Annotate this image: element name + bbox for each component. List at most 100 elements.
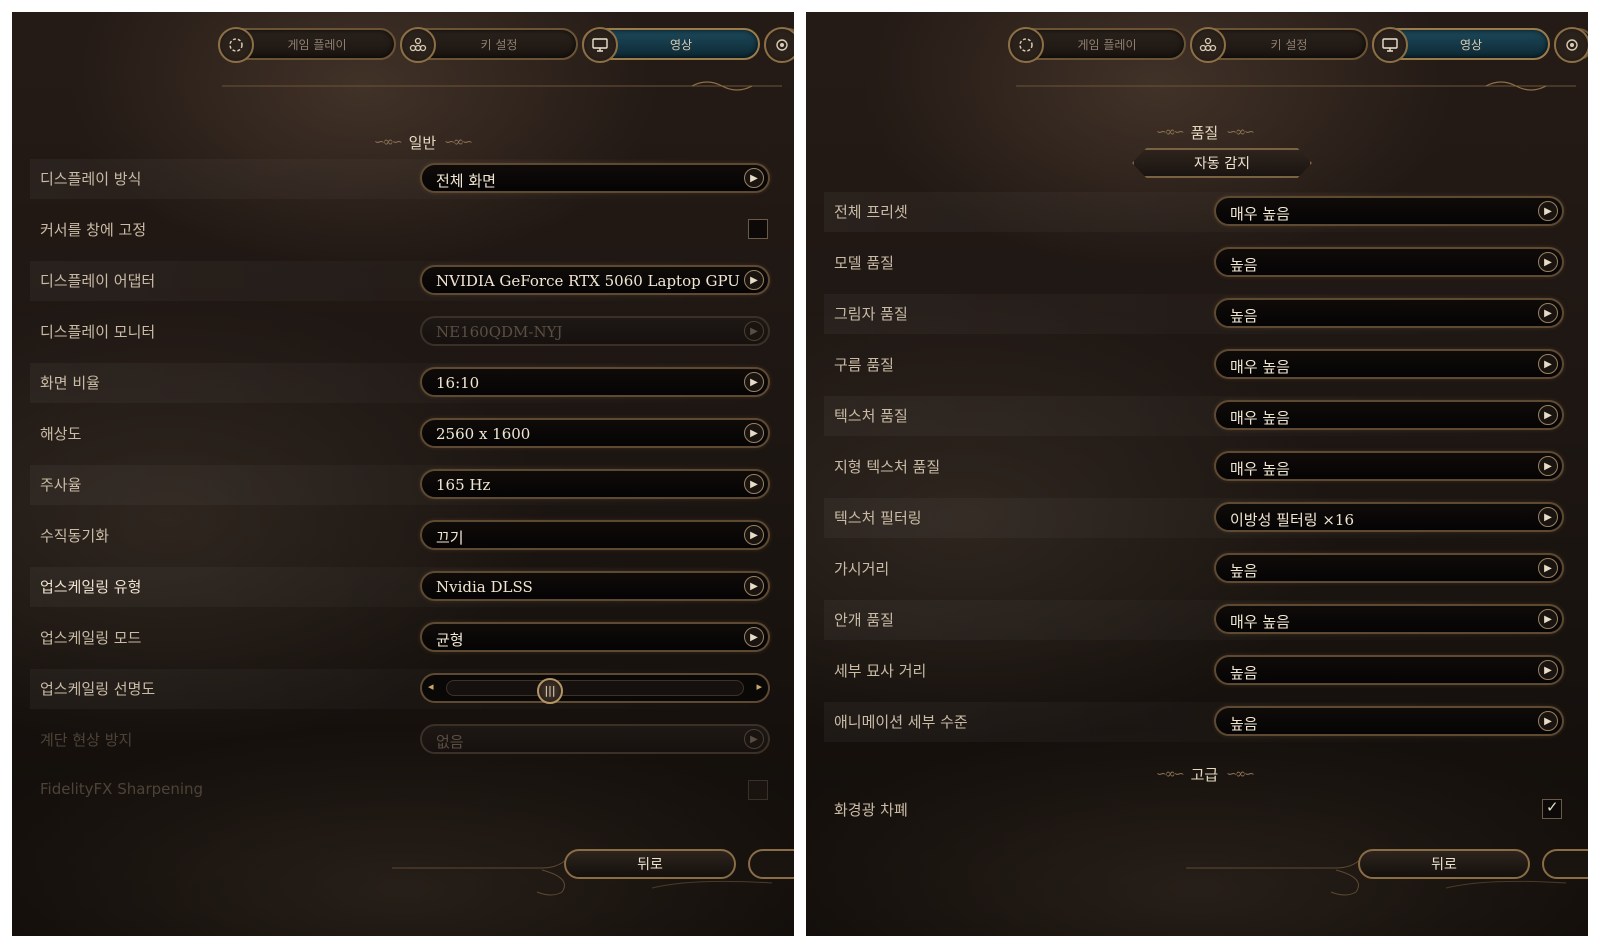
setting-row-fidelityfx-sharpening: FidelityFX Sharpening bbox=[30, 771, 778, 811]
select-value: 매우 높음 bbox=[1230, 205, 1290, 223]
chevron-right-icon[interactable]: ▶ bbox=[1538, 660, 1558, 680]
select-value: NVIDIA GeForce RTX 5060 Laptop GPU bbox=[436, 272, 740, 290]
setting-row-display-mode: 디스플레이 방식 전체 화면 ▶ bbox=[30, 159, 778, 199]
chevron-right-icon[interactable]: ▶ bbox=[1538, 558, 1558, 578]
tab-keybinds[interactable]: 키 설정 bbox=[1190, 27, 1368, 63]
upscaling-mode-select[interactable]: 균형 ▶ bbox=[420, 622, 770, 652]
slider-increase-icon[interactable]: ▸ bbox=[756, 680, 762, 693]
chevron-right-icon[interactable]: ▶ bbox=[1538, 303, 1558, 323]
chevron-right-icon[interactable]: ▶ bbox=[1538, 609, 1558, 629]
cloud-quality-select[interactable]: 매우 높음 ▶ bbox=[1214, 349, 1564, 379]
chevron-right-icon[interactable]: ▶ bbox=[1538, 456, 1558, 476]
chevron-right-icon[interactable]: ▶ bbox=[744, 270, 764, 290]
overall-preset-select[interactable]: 매우 높음 ▶ bbox=[1214, 196, 1564, 226]
chevron-right-icon[interactable]: ▶ bbox=[1538, 711, 1558, 731]
settings-panel-general: 게임 플레이 키 설정 영상 ∽∞∽ 일반 ∽∞∽ 디스플레이 방식 전체 화면… bbox=[12, 12, 794, 936]
tab-gameplay[interactable]: 게임 플레이 bbox=[1008, 27, 1186, 63]
audio-icon bbox=[764, 27, 794, 63]
chevron-right-icon[interactable]: ▶ bbox=[744, 525, 764, 545]
back-button[interactable]: 뒤로 bbox=[564, 849, 736, 879]
setting-label: 화면 비율 bbox=[40, 374, 100, 392]
setting-label: 업스케일링 모드 bbox=[40, 629, 142, 647]
slider-handle[interactable]: ||| bbox=[537, 678, 563, 704]
select-value: 높음 bbox=[1230, 256, 1258, 274]
chevron-right-icon[interactable]: ▶ bbox=[744, 168, 764, 188]
tab-video[interactable]: 영상 bbox=[582, 27, 760, 63]
upscaling-type-select[interactable]: Nvidia DLSS ▶ bbox=[420, 571, 770, 601]
section-title: 고급 bbox=[1190, 766, 1219, 784]
chevron-right-icon: ▶ bbox=[744, 321, 764, 341]
chevron-right-icon[interactable]: ▶ bbox=[1538, 252, 1558, 272]
texture-filtering-select[interactable]: 이방성 필터링 ×16 ▶ bbox=[1214, 502, 1564, 532]
chevron-right-icon[interactable]: ▶ bbox=[1538, 354, 1558, 374]
display-mode-select[interactable]: 전체 화면 ▶ bbox=[420, 163, 770, 193]
flourish-icon: ∽∞∽ bbox=[1156, 125, 1185, 140]
chevron-right-icon[interactable]: ▶ bbox=[744, 372, 764, 392]
setting-label: 구름 품질 bbox=[834, 356, 894, 374]
chevron-right-icon[interactable]: ▶ bbox=[1538, 507, 1558, 527]
setting-row-display-monitor: 디스플레이 모니터 NE160QDM-NYJ ▶ bbox=[30, 312, 778, 352]
select-value: Nvidia DLSS bbox=[436, 578, 533, 596]
setting-row-display-adapter: 디스플레이 어댑터 NVIDIA GeForce RTX 5060 Laptop… bbox=[30, 261, 778, 301]
apply-button[interactable] bbox=[748, 849, 794, 879]
slider-decrease-icon[interactable]: ◂ bbox=[428, 680, 434, 693]
view-distance-select[interactable]: 높음 ▶ bbox=[1214, 553, 1564, 583]
vsync-select[interactable]: 끄기 ▶ bbox=[420, 520, 770, 550]
setting-row-terrain-texture-quality: 지형 텍스처 품질 매우 높음 ▶ bbox=[824, 447, 1572, 487]
slider-track[interactable]: ||| bbox=[446, 678, 744, 704]
setting-label: 화경광 차폐 bbox=[834, 801, 908, 819]
setting-label: 텍스처 필터링 bbox=[834, 509, 922, 527]
setting-label: FidelityFX Sharpening bbox=[40, 780, 204, 798]
tab-audio[interactable] bbox=[764, 27, 794, 63]
chevron-right-icon[interactable]: ▶ bbox=[744, 627, 764, 647]
setting-label: 디스플레이 어댑터 bbox=[40, 272, 156, 290]
tab-bar: 게임 플레이 키 설정 영상 bbox=[1008, 27, 1588, 63]
back-button[interactable]: 뒤로 bbox=[1358, 849, 1530, 879]
tab-video[interactable]: 영상 bbox=[1372, 27, 1550, 63]
display-monitor-select: NE160QDM-NYJ ▶ bbox=[420, 316, 770, 346]
cursor-lock-checkbox[interactable] bbox=[748, 219, 768, 239]
detail-distance-select[interactable]: 높음 ▶ bbox=[1214, 655, 1564, 685]
setting-row-upscaling-mode: 업스케일링 모드 균형 ▶ bbox=[30, 618, 778, 658]
chevron-right-icon[interactable]: ▶ bbox=[744, 474, 764, 494]
display-adapter-select[interactable]: NVIDIA GeForce RTX 5060 Laptop GPU ▶ bbox=[420, 265, 770, 295]
chevron-right-icon[interactable]: ▶ bbox=[1538, 201, 1558, 221]
tab-gameplay[interactable]: 게임 플레이 bbox=[218, 27, 396, 63]
select-value: 매우 높음 bbox=[1230, 358, 1290, 376]
animation-detail-select[interactable]: 높음 ▶ bbox=[1214, 706, 1564, 736]
shadow-quality-select[interactable]: 높음 ▶ bbox=[1214, 298, 1564, 328]
setting-row-view-distance: 가시거리 높음 ▶ bbox=[824, 549, 1572, 589]
chevron-right-icon[interactable]: ▶ bbox=[744, 423, 764, 443]
section-header-advanced: ∽∞∽ 고급 ∽∞∽ bbox=[1156, 764, 1255, 785]
settings-panel-quality: 게임 플레이 키 설정 영상 ∽∞∽ 품질 ∽∞∽ 자동 감지 전체 프리셋 매… bbox=[806, 12, 1588, 936]
apply-button[interactable] bbox=[1542, 849, 1588, 879]
setting-label: 디스플레이 모니터 bbox=[40, 323, 156, 341]
texture-quality-select[interactable]: 매우 높음 ▶ bbox=[1214, 400, 1564, 430]
sharpness-slider[interactable]: ◂ ||| ▸ bbox=[420, 673, 770, 704]
section-header-general: ∽∞∽ 일반 ∽∞∽ bbox=[374, 132, 473, 153]
setting-row-animation-detail: 애니메이션 세부 수준 높음 ▶ bbox=[824, 702, 1572, 742]
aspect-ratio-select[interactable]: 16:10 ▶ bbox=[420, 367, 770, 397]
fog-quality-select[interactable]: 매우 높음 ▶ bbox=[1214, 604, 1564, 634]
section-header-quality: ∽∞∽ 품질 ∽∞∽ bbox=[1156, 122, 1255, 143]
tab-audio[interactable] bbox=[1554, 27, 1588, 63]
setting-label: 디스플레이 방식 bbox=[40, 170, 142, 188]
ambient-occlusion-checkbox[interactable]: ✓ bbox=[1542, 798, 1562, 819]
resolution-select[interactable]: 2560 x 1600 ▶ bbox=[420, 418, 770, 448]
setting-row-model-quality: 모델 품질 높음 ▶ bbox=[824, 243, 1572, 283]
tab-keybinds[interactable]: 키 설정 bbox=[400, 27, 578, 63]
terrain-texture-quality-select[interactable]: 매우 높음 ▶ bbox=[1214, 451, 1564, 481]
keybind-icon bbox=[1190, 27, 1226, 63]
auto-detect-button[interactable]: 자동 감지 bbox=[1132, 148, 1312, 178]
select-value: 165 Hz bbox=[436, 476, 491, 494]
setting-label: 업스케일링 유형 bbox=[40, 578, 142, 596]
setting-label: 지형 텍스처 품질 bbox=[834, 458, 941, 476]
chevron-right-icon[interactable]: ▶ bbox=[1538, 405, 1558, 425]
chevron-right-icon[interactable]: ▶ bbox=[744, 576, 764, 596]
refresh-rate-select[interactable]: 165 Hz ▶ bbox=[420, 469, 770, 499]
setting-row-overall-preset: 전체 프리셋 매우 높음 ▶ bbox=[824, 192, 1572, 232]
flourish-icon: ∽∞∽ bbox=[1156, 767, 1185, 782]
setting-label: 가시거리 bbox=[834, 560, 890, 578]
model-quality-select[interactable]: 높음 ▶ bbox=[1214, 247, 1564, 277]
select-value: 높음 bbox=[1230, 715, 1258, 733]
